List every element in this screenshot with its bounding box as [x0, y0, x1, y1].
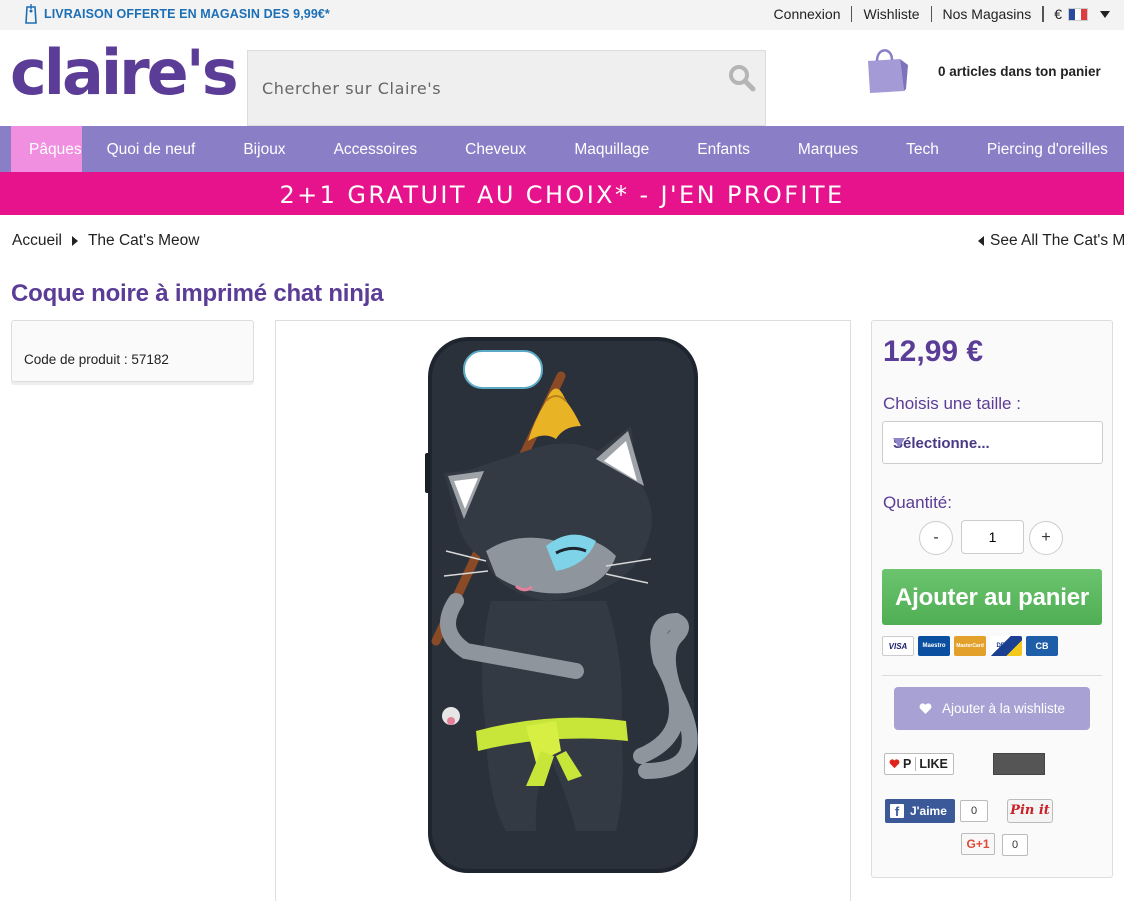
product-price: 12,99 €: [883, 335, 984, 368]
nav-item-tech[interactable]: Tech: [881, 126, 962, 172]
product-code-box: Code de produit : 57182: [11, 320, 254, 382]
add-to-cart-button[interactable]: Ajouter au panier: [882, 569, 1102, 625]
quantity-decrease-button[interactable]: -: [919, 521, 953, 555]
price-tag-icon: [25, 4, 37, 24]
size-select[interactable]: Sélectionne...: [882, 421, 1103, 464]
quantity-label: Quantité:: [883, 493, 952, 512]
dropdown-arrow-icon: [893, 438, 905, 448]
nav-item-paques[interactable]: Pâques: [11, 126, 82, 172]
plike-button[interactable]: P LIKE: [884, 753, 954, 775]
nav-item-quoi-de-neuf[interactable]: Quoi de neuf: [82, 126, 219, 172]
fr-flag-icon: [1068, 7, 1088, 21]
breadcrumb-home[interactable]: Accueil: [12, 232, 62, 250]
size-label: Choisis une taille :: [883, 394, 1021, 413]
delta-card-icon: DELTA: [990, 636, 1022, 656]
payment-methods: VISA Maestro MasterCard DELTA CB: [882, 636, 1058, 656]
facebook-like-label: J'aime: [910, 804, 947, 818]
google-plus-count: 0: [1002, 834, 1028, 856]
search-input[interactable]: [248, 51, 688, 125]
cart-summary[interactable]: 0 articles dans ton panier: [938, 64, 1101, 79]
google-plus-button[interactable]: G+1: [961, 833, 995, 855]
visa-card-icon: VISA: [882, 636, 914, 656]
breadcrumb-category[interactable]: The Cat's Meow: [88, 232, 200, 250]
wishlist-link[interactable]: Wishliste: [852, 6, 932, 22]
plike-label: LIKE: [919, 757, 948, 771]
breadcrumb: Accueil The Cat's Meow: [12, 232, 199, 250]
top-bar: LIVRAISON OFFERTE EN MAGASIN DES 9,99€* …: [0, 0, 1124, 30]
cb-card-icon: CB: [1026, 636, 1058, 656]
nav-item-piercing[interactable]: Piercing d'oreilles: [962, 126, 1124, 172]
quantity-input[interactable]: [961, 520, 1024, 554]
facebook-icon: f: [890, 804, 904, 819]
maestro-card-icon: Maestro: [918, 636, 950, 656]
purchase-panel: 12,99 € Choisis une taille : Sélectionne…: [871, 320, 1113, 878]
stores-link[interactable]: Nos Magasins: [932, 6, 1044, 22]
plike-prefix: P: [903, 757, 917, 771]
main-nav: Pâques Quoi de neuf Bijoux Accessoires C…: [0, 126, 1124, 172]
product-image[interactable]: [416, 331, 706, 876]
facebook-like-button[interactable]: f J'aime: [885, 799, 955, 823]
heart-icon: [889, 759, 900, 769]
currency-selector[interactable]: €: [1043, 6, 1110, 22]
claires-logo[interactable]: claire's: [10, 38, 239, 108]
chevron-right-icon: [71, 236, 78, 246]
divider: [882, 675, 1102, 676]
wishlist-label: Ajouter à la wishliste: [941, 701, 1066, 716]
nav-item-maquillage[interactable]: Maquillage: [549, 126, 672, 172]
see-all-link[interactable]: See All The Cat's M: [978, 232, 1124, 250]
nav-item-bijoux[interactable]: Bijoux: [218, 126, 308, 172]
nav-item-enfants[interactable]: Enfants: [672, 126, 773, 172]
nav-item-cheveux[interactable]: Cheveux: [440, 126, 549, 172]
search-box: [247, 50, 766, 126]
chevron-down-icon: [1100, 10, 1110, 18]
login-link[interactable]: Connexion: [763, 6, 853, 22]
promo-banner[interactable]: 2+1 GRATUIT AU CHOIX* - J'EN PROFITE: [0, 172, 1124, 215]
nav-item-marques[interactable]: Marques: [773, 126, 881, 172]
account-links: Connexion Wishliste Nos Magasins €: [763, 6, 1110, 22]
shopping-bag-icon[interactable]: [864, 43, 910, 95]
mastercard-card-icon: MasterCard: [954, 636, 986, 656]
nav-item-accessoires[interactable]: Accessoires: [309, 126, 441, 172]
product-code: Code de produit : 57182: [24, 352, 169, 367]
search-icon[interactable]: [727, 63, 757, 93]
pinterest-button[interactable]: Pin it: [1007, 799, 1053, 823]
facebook-like-count: 0: [960, 800, 988, 822]
share-thumbnail[interactable]: [993, 753, 1045, 775]
product-image-frame: [275, 320, 851, 901]
quantity-increase-button[interactable]: +: [1029, 521, 1063, 555]
chevron-left-icon: [978, 236, 984, 246]
currency-symbol: €: [1054, 6, 1062, 22]
promo-text: LIVRAISON OFFERTE EN MAGASIN DES 9,99€*: [44, 7, 330, 21]
heart-icon: [919, 702, 932, 714]
add-to-wishlist-button[interactable]: Ajouter à la wishliste: [894, 687, 1090, 730]
see-all-label: See All The Cat's M: [990, 232, 1124, 249]
promo-link[interactable]: LIVRAISON OFFERTE EN MAGASIN DES 9,99€*: [24, 3, 330, 25]
product-title: Coque noire à imprimé chat ninja: [11, 280, 384, 307]
size-select-value: Sélectionne...: [893, 435, 990, 452]
